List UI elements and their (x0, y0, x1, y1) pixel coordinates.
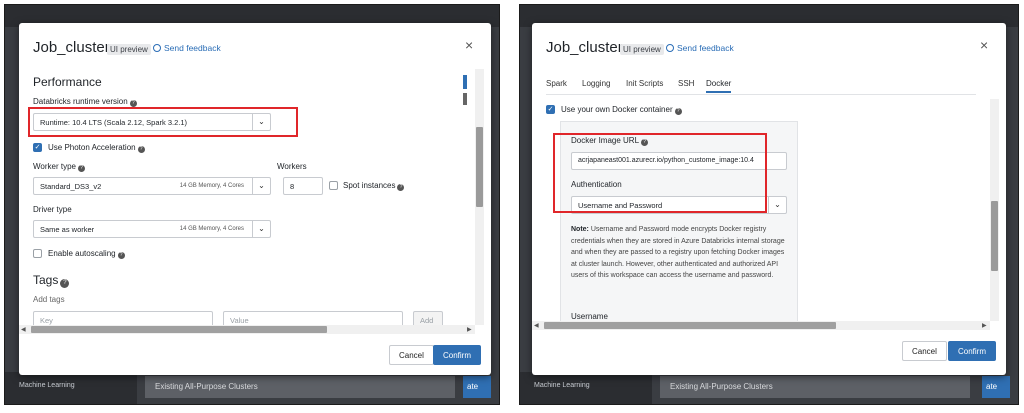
confirm-button[interactable]: Confirm (433, 345, 482, 365)
close-icon[interactable]: × (465, 37, 473, 53)
background-nav-item[interactable]: Machine Learning (5, 372, 137, 404)
add-tag-button[interactable]: Add (413, 311, 443, 325)
workers-input[interactable]: 8 (283, 177, 323, 195)
add-tags-label: Add tags (33, 295, 65, 304)
background-clusters-bar: Existing All-Purpose Clusters (145, 376, 455, 398)
runtime-label: Databricks runtime version? (33, 97, 137, 107)
vertical-scrollbar[interactable] (475, 69, 484, 325)
tab-ssh[interactable]: SSH (678, 79, 694, 88)
scroll-indicator (463, 75, 467, 89)
modal-scroll-area[interactable]: Performance Databricks runtime version? … (19, 69, 491, 325)
modal-scroll-area[interactable]: ✓ Use your own Docker container? Docker … (532, 99, 1006, 321)
tab-init-scripts[interactable]: Init Scripts (626, 79, 663, 88)
horizontal-scrollbar-thumb[interactable] (544, 322, 836, 329)
close-icon[interactable]: × (980, 37, 988, 53)
photon-checkbox[interactable]: ✓ (33, 143, 42, 152)
use-own-docker-checkbox[interactable]: ✓ (546, 105, 555, 114)
cluster-modal: Job_cluster UI preview Send feedback × S… (532, 23, 1006, 375)
send-feedback-link[interactable]: Send feedback (153, 43, 221, 53)
help-icon[interactable]: ? (397, 184, 405, 191)
modal-title: Job_cluster (546, 39, 623, 56)
feedback-icon (666, 44, 674, 52)
chevron-down-icon: ⌄ (252, 221, 270, 237)
background-clusters-bar: Existing All-Purpose Clusters (660, 376, 970, 398)
help-icon[interactable]: ? (674, 108, 682, 115)
cancel-button[interactable]: Cancel (389, 345, 434, 365)
cluster-tabs: Spark Logging Init Scripts SSH Docker (546, 79, 976, 95)
username-label: Username (571, 312, 608, 321)
cluster-modal: Job_cluster UI preview Send feedback × P… (19, 23, 491, 375)
scroll-left-icon[interactable]: ◀ (21, 326, 26, 333)
background-create-button[interactable]: ate (463, 376, 491, 398)
worker-type-label: Worker type? (33, 162, 85, 172)
worker-type-select[interactable]: Standard_DS3_v2 14 GB Memory, 4 Cores ⌄ (33, 177, 271, 195)
chevron-down-icon: ⌄ (252, 178, 270, 194)
help-icon[interactable]: ? (129, 100, 137, 107)
background-nav-item[interactable]: Machine Learning (520, 372, 652, 404)
cancel-button[interactable]: Cancel (902, 341, 947, 361)
driver-type-select[interactable]: Same as worker 14 GB Memory, 4 Cores ⌄ (33, 220, 271, 238)
workers-label: Workers (277, 162, 307, 171)
feedback-icon (153, 44, 161, 52)
scrollbar-thumb[interactable] (476, 127, 483, 207)
use-own-docker-label: Use your own Docker container? (561, 105, 682, 115)
driver-type-label: Driver type (33, 205, 72, 214)
scroll-indicator-secondary (463, 93, 467, 105)
help-icon[interactable]: ? (77, 165, 85, 172)
auth-note: Note: Username and Password mode encrypt… (571, 226, 785, 279)
modal-title: Job_cluster (33, 39, 110, 56)
right-screenshot: Machine Learning Existing All-Purpose Cl… (519, 4, 1019, 405)
vertical-scrollbar[interactable] (990, 99, 999, 321)
help-icon[interactable]: ? (137, 146, 145, 153)
send-feedback-link[interactable]: Send feedback (666, 43, 734, 53)
scroll-left-icon[interactable]: ◀ (534, 322, 539, 329)
autoscaling-label: Enable autoscaling? (48, 249, 125, 259)
scrollbar-thumb[interactable] (991, 201, 998, 271)
tags-heading: Tags? (33, 273, 70, 288)
ui-preview-badge: UI preview (107, 44, 151, 55)
help-icon[interactable]: ? (117, 252, 125, 259)
tab-spark[interactable]: Spark (546, 79, 567, 88)
chevron-down-icon: ⌄ (768, 197, 786, 213)
horizontal-scrollbar[interactable]: ◀ ▶ (19, 325, 475, 334)
horizontal-scrollbar[interactable]: ◀ ▶ (532, 321, 990, 330)
tab-docker[interactable]: Docker (706, 79, 732, 93)
scroll-right-icon[interactable]: ▶ (467, 326, 472, 333)
photon-label: Use Photon Acceleration? (48, 143, 145, 153)
tag-key-input[interactable]: Key (33, 311, 213, 325)
driver-type-hint: 14 GB Memory, 4 Cores (179, 226, 244, 232)
background-create-button[interactable]: ate (982, 376, 1010, 398)
spot-instances-label: Spot instances? (343, 181, 405, 191)
runtime-highlight-box (28, 107, 298, 137)
scroll-right-icon[interactable]: ▶ (982, 322, 987, 329)
autoscaling-checkbox[interactable] (33, 249, 42, 258)
spot-instances-checkbox[interactable] (329, 181, 338, 190)
worker-type-hint: 14 GB Memory, 4 Cores (179, 183, 244, 189)
confirm-button[interactable]: Confirm (948, 341, 997, 361)
docker-highlight-box (553, 133, 767, 213)
left-screenshot: Machine Learning Existing All-Purpose Cl… (4, 4, 500, 405)
performance-heading: Performance (33, 75, 102, 89)
ui-preview-badge: UI preview (620, 44, 664, 55)
tab-logging[interactable]: Logging (582, 79, 610, 88)
tag-value-input[interactable]: Value (223, 311, 403, 325)
help-icon[interactable]: ? (60, 279, 70, 288)
horizontal-scrollbar-thumb[interactable] (31, 326, 327, 333)
